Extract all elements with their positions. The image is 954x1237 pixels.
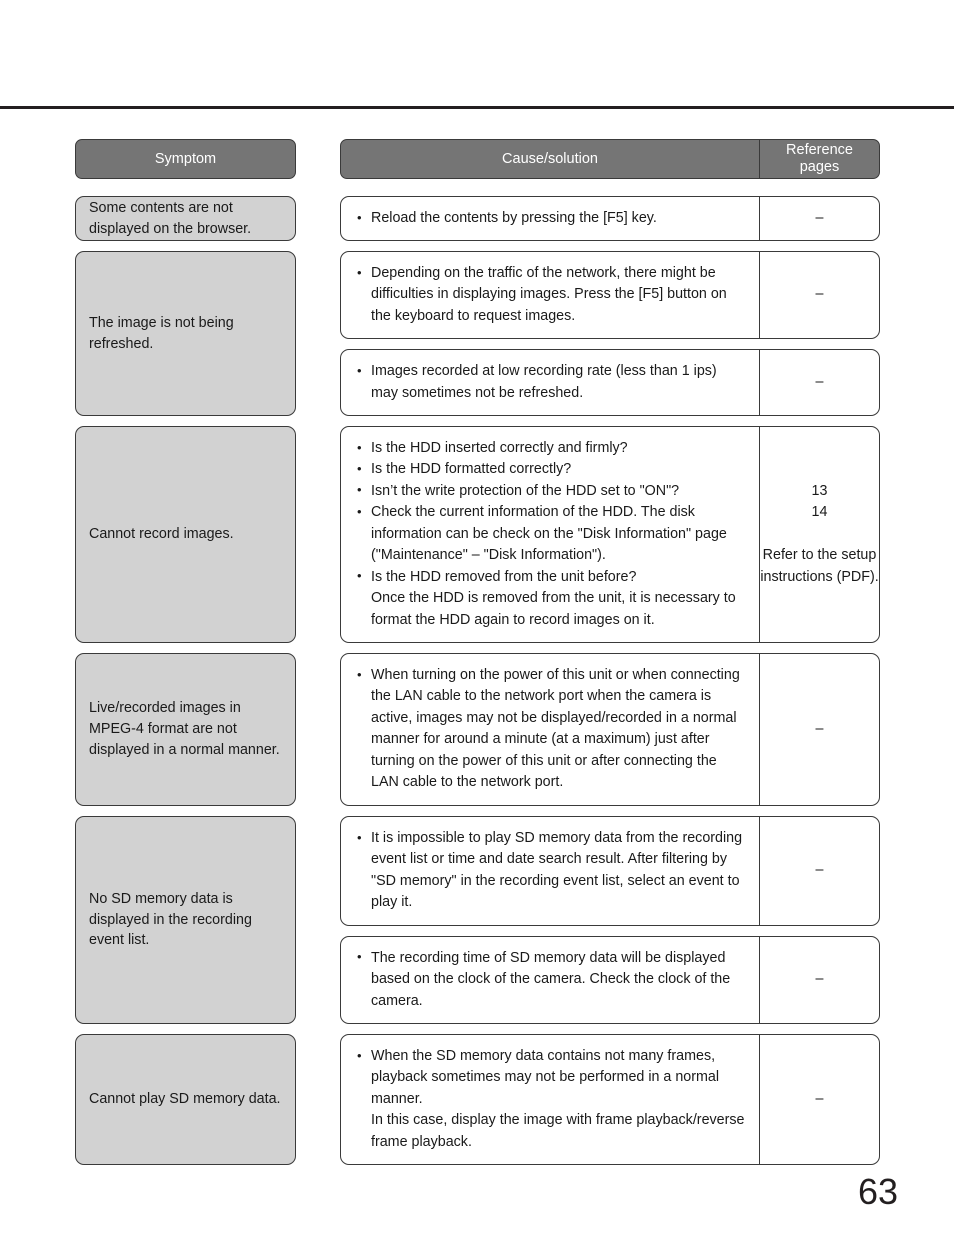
header-cause-solution: Cause/solution (341, 140, 759, 178)
symptom-text: No SD memory data is displayed in the re… (89, 890, 252, 949)
table-row: When turning on the power of this unit o… (340, 653, 880, 806)
cause-bullet-list: Depending on the traffic of the network,… (357, 262, 747, 327)
table-row: Depending on the traffic of the network,… (340, 251, 880, 340)
symptom-cell: The image is not being refreshed. (75, 251, 296, 416)
reference-pages-cell: – (759, 197, 879, 241)
reference-pages-text: – (815, 1090, 824, 1107)
cause-rows: Reload the contents by pressing the [F5]… (340, 196, 880, 242)
symptom-text: The image is not being refreshed. (89, 314, 234, 352)
header-symptom-label: Symptom (154, 150, 217, 167)
cause-bullet-item: Check the current information of the HDD… (357, 502, 747, 566)
cause-solution-cell: Depending on the traffic of the network,… (341, 252, 759, 338)
table-row: It is impossible to play SD memory data … (340, 816, 880, 926)
cause-solution-cell: Reload the contents by pressing the [F5]… (341, 197, 759, 240)
header-cause-solution-label: Cause/solution (502, 151, 598, 167)
reference-pages-text: – (815, 286, 824, 303)
cause-solution-cell: It is impossible to play SD memory data … (341, 817, 759, 925)
cause-bullet-list: Reload the contents by pressing the [F5]… (357, 207, 747, 229)
symptom-section: Cannot play SD memory data. When the SD m… (75, 1034, 880, 1166)
symptom-section: The image is not being refreshed. Dependi… (75, 251, 880, 417)
cause-rows: It is impossible to play SD memory data … (340, 816, 880, 1025)
table-body: Some contents are not displayed on the b… (75, 196, 880, 1166)
header-reference-pages: Reference pages (759, 140, 879, 178)
cause-bullet-item: Depending on the traffic of the network,… (357, 262, 747, 327)
header-cause-reference-group: Cause/solution Reference pages (340, 139, 880, 179)
symptom-text: Cannot play SD memory data. (89, 1091, 281, 1108)
cause-solution-cell: Images recorded at low recording rate (l… (341, 350, 759, 415)
symptom-section: Live/recorded images in MPEG-4 format ar… (75, 653, 880, 806)
reference-pages-text: – (815, 862, 824, 879)
page-top-rule (0, 106, 954, 109)
table-row: When the SD memory data contains not man… (340, 1034, 880, 1166)
cause-bullet-list: The recording time of SD memory data wil… (357, 947, 747, 1012)
symptom-section: Some contents are not displayed on the b… (75, 196, 880, 242)
cause-rows: When turning on the power of this unit o… (340, 653, 880, 806)
symptom-text: Live/recorded images in MPEG-4 format ar… (89, 700, 280, 758)
reference-pages-text: – (815, 720, 824, 737)
reference-pages-text: – (815, 374, 824, 391)
header-symptom: Symptom (75, 139, 296, 179)
reference-pages-text: 13 14 Refer to the setup instructions (P… (760, 482, 879, 585)
table-row: Reload the contents by pressing the [F5]… (340, 196, 880, 242)
cause-bullet-item: Is the HDD formatted correctly? (357, 459, 747, 480)
reference-pages-cell: – (759, 936, 879, 1024)
symptom-text: Cannot record images. (89, 526, 234, 543)
reference-pages-text: – (815, 971, 824, 988)
cause-continuation-line: Once the HDD is removed from the unit, i… (371, 590, 736, 628)
cause-rows: When the SD memory data contains not man… (340, 1034, 880, 1166)
symptom-cell: Cannot record images. (75, 426, 296, 643)
reference-pages-cell: – (759, 817, 879, 925)
cause-solution-cell: Is the HDD inserted correctly and firmly… (341, 427, 759, 642)
symptom-section: Cannot record images. Is the HDD inserted… (75, 426, 880, 643)
reference-pages-cell: – (759, 1035, 879, 1165)
table-row: The recording time of SD memory data wil… (340, 935, 880, 1025)
cause-bullet-list: When the SD memory data contains not man… (357, 1045, 747, 1153)
cause-bullet-list: Is the HDD inserted correctly and firmly… (357, 437, 747, 631)
header-reference-pages-label: Reference pages (786, 141, 853, 175)
symptom-section: No SD memory data is displayed in the re… (75, 816, 880, 1025)
reference-pages-cell: – (759, 350, 879, 416)
symptom-cell: Live/recorded images in MPEG-4 format ar… (75, 653, 296, 806)
cause-bullet-item: Reload the contents by pressing the [F5]… (357, 207, 747, 229)
page-number: 63 (857, 1171, 898, 1212)
table-header-row: Symptom Cause/solution Reference pages (75, 139, 880, 179)
cause-bullet-item: The recording time of SD memory data wil… (357, 947, 747, 1012)
cause-bullet-item: Is the HDD removed from the unit before? (357, 566, 747, 588)
cause-bullet-item: Is the HDD inserted correctly and firmly… (357, 437, 747, 459)
cause-bullet-item: Isn’t the write protection of the HDD se… (357, 480, 747, 502)
cause-bullet-item: When turning on the power of this unit o… (357, 665, 747, 794)
cause-bullet-item: It is impossible to play SD memory data … (357, 828, 747, 914)
reference-pages-text: – (815, 210, 824, 226)
troubleshooting-table: Symptom Cause/solution Reference pages S… (75, 139, 880, 1175)
cause-solution-cell: The recording time of SD memory data wil… (341, 937, 759, 1023)
cause-continuation-line: In this case, display the image with fra… (371, 1112, 745, 1150)
cause-rows: Is the HDD inserted correctly and firmly… (340, 426, 880, 643)
cause-bullet-list: Images recorded at low recording rate (l… (357, 361, 747, 404)
symptom-text: Some contents are not displayed on the b… (89, 199, 252, 237)
cause-bullet-list: When turning on the power of this unit o… (357, 665, 747, 794)
cause-solution-cell: When turning on the power of this unit o… (341, 654, 759, 805)
reference-pages-cell: – (759, 654, 879, 805)
symptom-cell: Some contents are not displayed on the b… (75, 196, 296, 241)
table-row: Is the HDD inserted correctly and firmly… (340, 426, 880, 643)
cause-solution-cell: When the SD memory data contains not man… (341, 1035, 759, 1164)
cause-bullet-item: When the SD memory data contains not man… (357, 1045, 747, 1110)
cause-bullet-item: Images recorded at low recording rate (l… (357, 361, 747, 404)
cause-bullet-list: It is impossible to play SD memory data … (357, 828, 747, 914)
reference-pages-cell: 13 14 Refer to the setup instructions (P… (759, 427, 879, 642)
reference-pages-cell: – (759, 252, 879, 339)
symptom-cell: Cannot play SD memory data. (75, 1034, 296, 1165)
cause-rows: Depending on the traffic of the network,… (340, 251, 880, 417)
symptom-cell: No SD memory data is displayed in the re… (75, 816, 296, 1024)
table-row: Images recorded at low recording rate (l… (340, 349, 880, 417)
